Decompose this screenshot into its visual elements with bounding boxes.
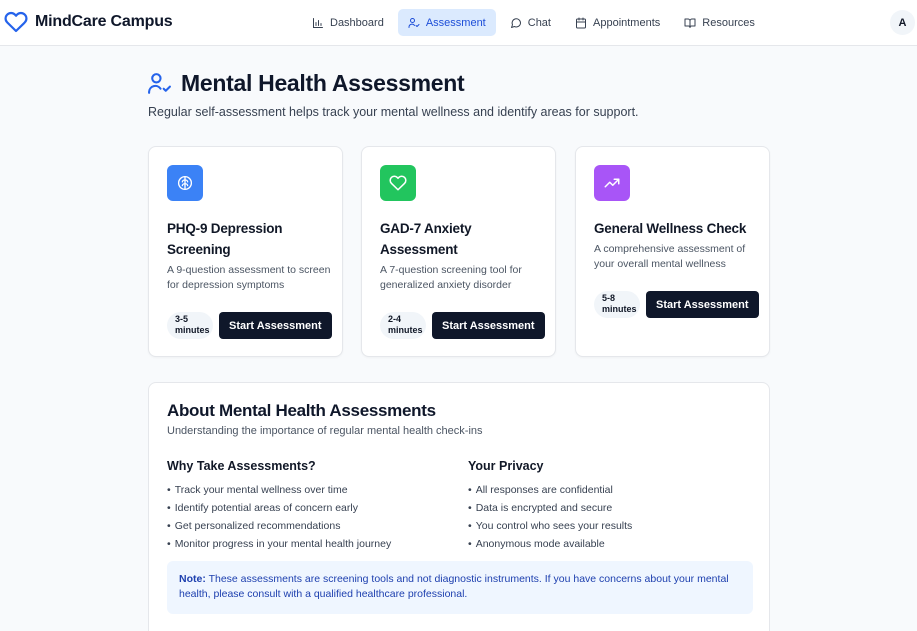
nav-resources-label: Resources bbox=[702, 16, 755, 29]
time-unit: minutes bbox=[602, 304, 637, 314]
book-icon bbox=[684, 18, 696, 28]
card-icon-badge bbox=[594, 165, 630, 201]
disclaimer-note: Note: These assessments are screening to… bbox=[167, 561, 753, 614]
nav-appointments[interactable]: Appointments bbox=[565, 9, 670, 36]
nav-chat[interactable]: Chat bbox=[500, 9, 561, 36]
list-item: • Identify potential areas of concern ear… bbox=[167, 502, 358, 514]
app-name: MindCare Campus bbox=[35, 13, 173, 30]
card-description: A comprehensive assessment of your overa… bbox=[594, 243, 746, 270]
main-nav: Dashboard Assessment Chat Appointments R… bbox=[302, 9, 765, 36]
time-value: 3-5 bbox=[175, 314, 189, 324]
list-item: • Anonymous mode available bbox=[468, 538, 605, 550]
heart-icon bbox=[389, 175, 407, 191]
list-item: • Track your mental wellness over time bbox=[167, 484, 348, 496]
start-assessment-button[interactable]: Start Assessment bbox=[646, 291, 759, 318]
page-title: Mental Health Assessment bbox=[181, 70, 465, 96]
note-text: These assessments are screening tools an… bbox=[179, 573, 729, 600]
top-nav-bar: MindCare Campus Dashboard Assessment Cha… bbox=[0, 0, 917, 46]
why-list: • Track your mental wellness over time • I… bbox=[167, 481, 457, 553]
nav-assessment-label: Assessment bbox=[425, 16, 486, 29]
about-section: About Mental Health Assessments Understa… bbox=[148, 382, 770, 631]
time-value: 2-4 bbox=[388, 314, 402, 324]
card-icon-badge bbox=[380, 165, 416, 201]
privacy-column: Your Privacy • All responses are confiden… bbox=[468, 459, 758, 553]
privacy-title: Your Privacy bbox=[468, 459, 544, 473]
start-assessment-button[interactable]: Start Assessment bbox=[219, 312, 332, 339]
trending-up-icon bbox=[604, 178, 620, 188]
card-title: General Wellness Check bbox=[594, 221, 747, 236]
nav-assessment[interactable]: Assessment bbox=[397, 9, 496, 36]
list-item: • Monitor progress in your mental health … bbox=[167, 538, 392, 550]
note-label: Note: bbox=[179, 573, 206, 585]
calendar-icon bbox=[576, 17, 586, 28]
brain-icon bbox=[177, 175, 193, 191]
assessment-card-gad7: GAD-7 Anxiety Assessment A 7-question sc… bbox=[361, 146, 556, 357]
about-subtitle: Understanding the importance of regular … bbox=[167, 425, 483, 437]
card-footer: 5-8 minutes Start Assessment bbox=[594, 291, 759, 318]
nav-dashboard[interactable]: Dashboard bbox=[302, 9, 394, 36]
page-subtitle: Regular self-assessment helps track your… bbox=[148, 105, 639, 119]
time-badge: 3-5 minutes bbox=[167, 312, 213, 339]
time-value: 5-8 bbox=[602, 293, 616, 303]
time-unit: minutes bbox=[175, 325, 210, 335]
list-item: • Data is encrypted and secure bbox=[468, 502, 613, 514]
time-unit: minutes bbox=[388, 325, 423, 335]
time-badge: 5-8 minutes bbox=[594, 291, 640, 318]
user-check-icon bbox=[408, 17, 420, 28]
about-title: About Mental Health Assessments bbox=[167, 401, 436, 420]
nav-appointments-label: Appointments bbox=[593, 16, 661, 29]
card-footer: 3-5 minutes Start Assessment bbox=[167, 312, 332, 339]
list-item: • You control who sees your results bbox=[468, 520, 633, 532]
card-icon-badge bbox=[167, 165, 203, 201]
start-assessment-button[interactable]: Start Assessment bbox=[432, 312, 545, 339]
brand-logo[interactable]: MindCare Campus bbox=[4, 9, 173, 35]
chat-bubble-icon bbox=[510, 17, 521, 28]
why-column: Why Take Assessments? • Track your mental… bbox=[167, 459, 457, 553]
user-avatar[interactable]: A bbox=[890, 10, 915, 35]
bar-chart-icon bbox=[313, 17, 323, 28]
card-title: GAD-7 Anxiety Assessment bbox=[380, 221, 472, 257]
card-description: A 7-question screening tool for generali… bbox=[380, 264, 522, 291]
list-item: • Get personalized recommendations bbox=[167, 520, 341, 532]
time-badge: 2-4 minutes bbox=[380, 312, 426, 339]
card-footer: 2-4 minutes Start Assessment bbox=[380, 312, 545, 339]
nav-chat-label: Chat bbox=[527, 16, 551, 29]
user-check-icon bbox=[148, 73, 171, 94]
assessment-card-wellness: General Wellness Check A comprehensive a… bbox=[575, 146, 770, 357]
card-description: A 9-question assessment to screen for de… bbox=[167, 264, 331, 291]
heart-logo-icon bbox=[4, 11, 28, 33]
assessment-card-phq9: PHQ-9 Depression Screening A 9-question … bbox=[148, 146, 343, 357]
why-title: Why Take Assessments? bbox=[167, 459, 316, 473]
page-heading: Mental Health Assessment bbox=[147, 70, 465, 97]
privacy-list: • All responses are confidential • Data is… bbox=[468, 481, 758, 553]
card-title: PHQ-9 Depression Screening bbox=[167, 221, 283, 257]
nav-resources[interactable]: Resources bbox=[674, 9, 765, 36]
list-item: • All responses are confidential bbox=[468, 484, 613, 496]
nav-dashboard-label: Dashboard bbox=[330, 16, 384, 29]
